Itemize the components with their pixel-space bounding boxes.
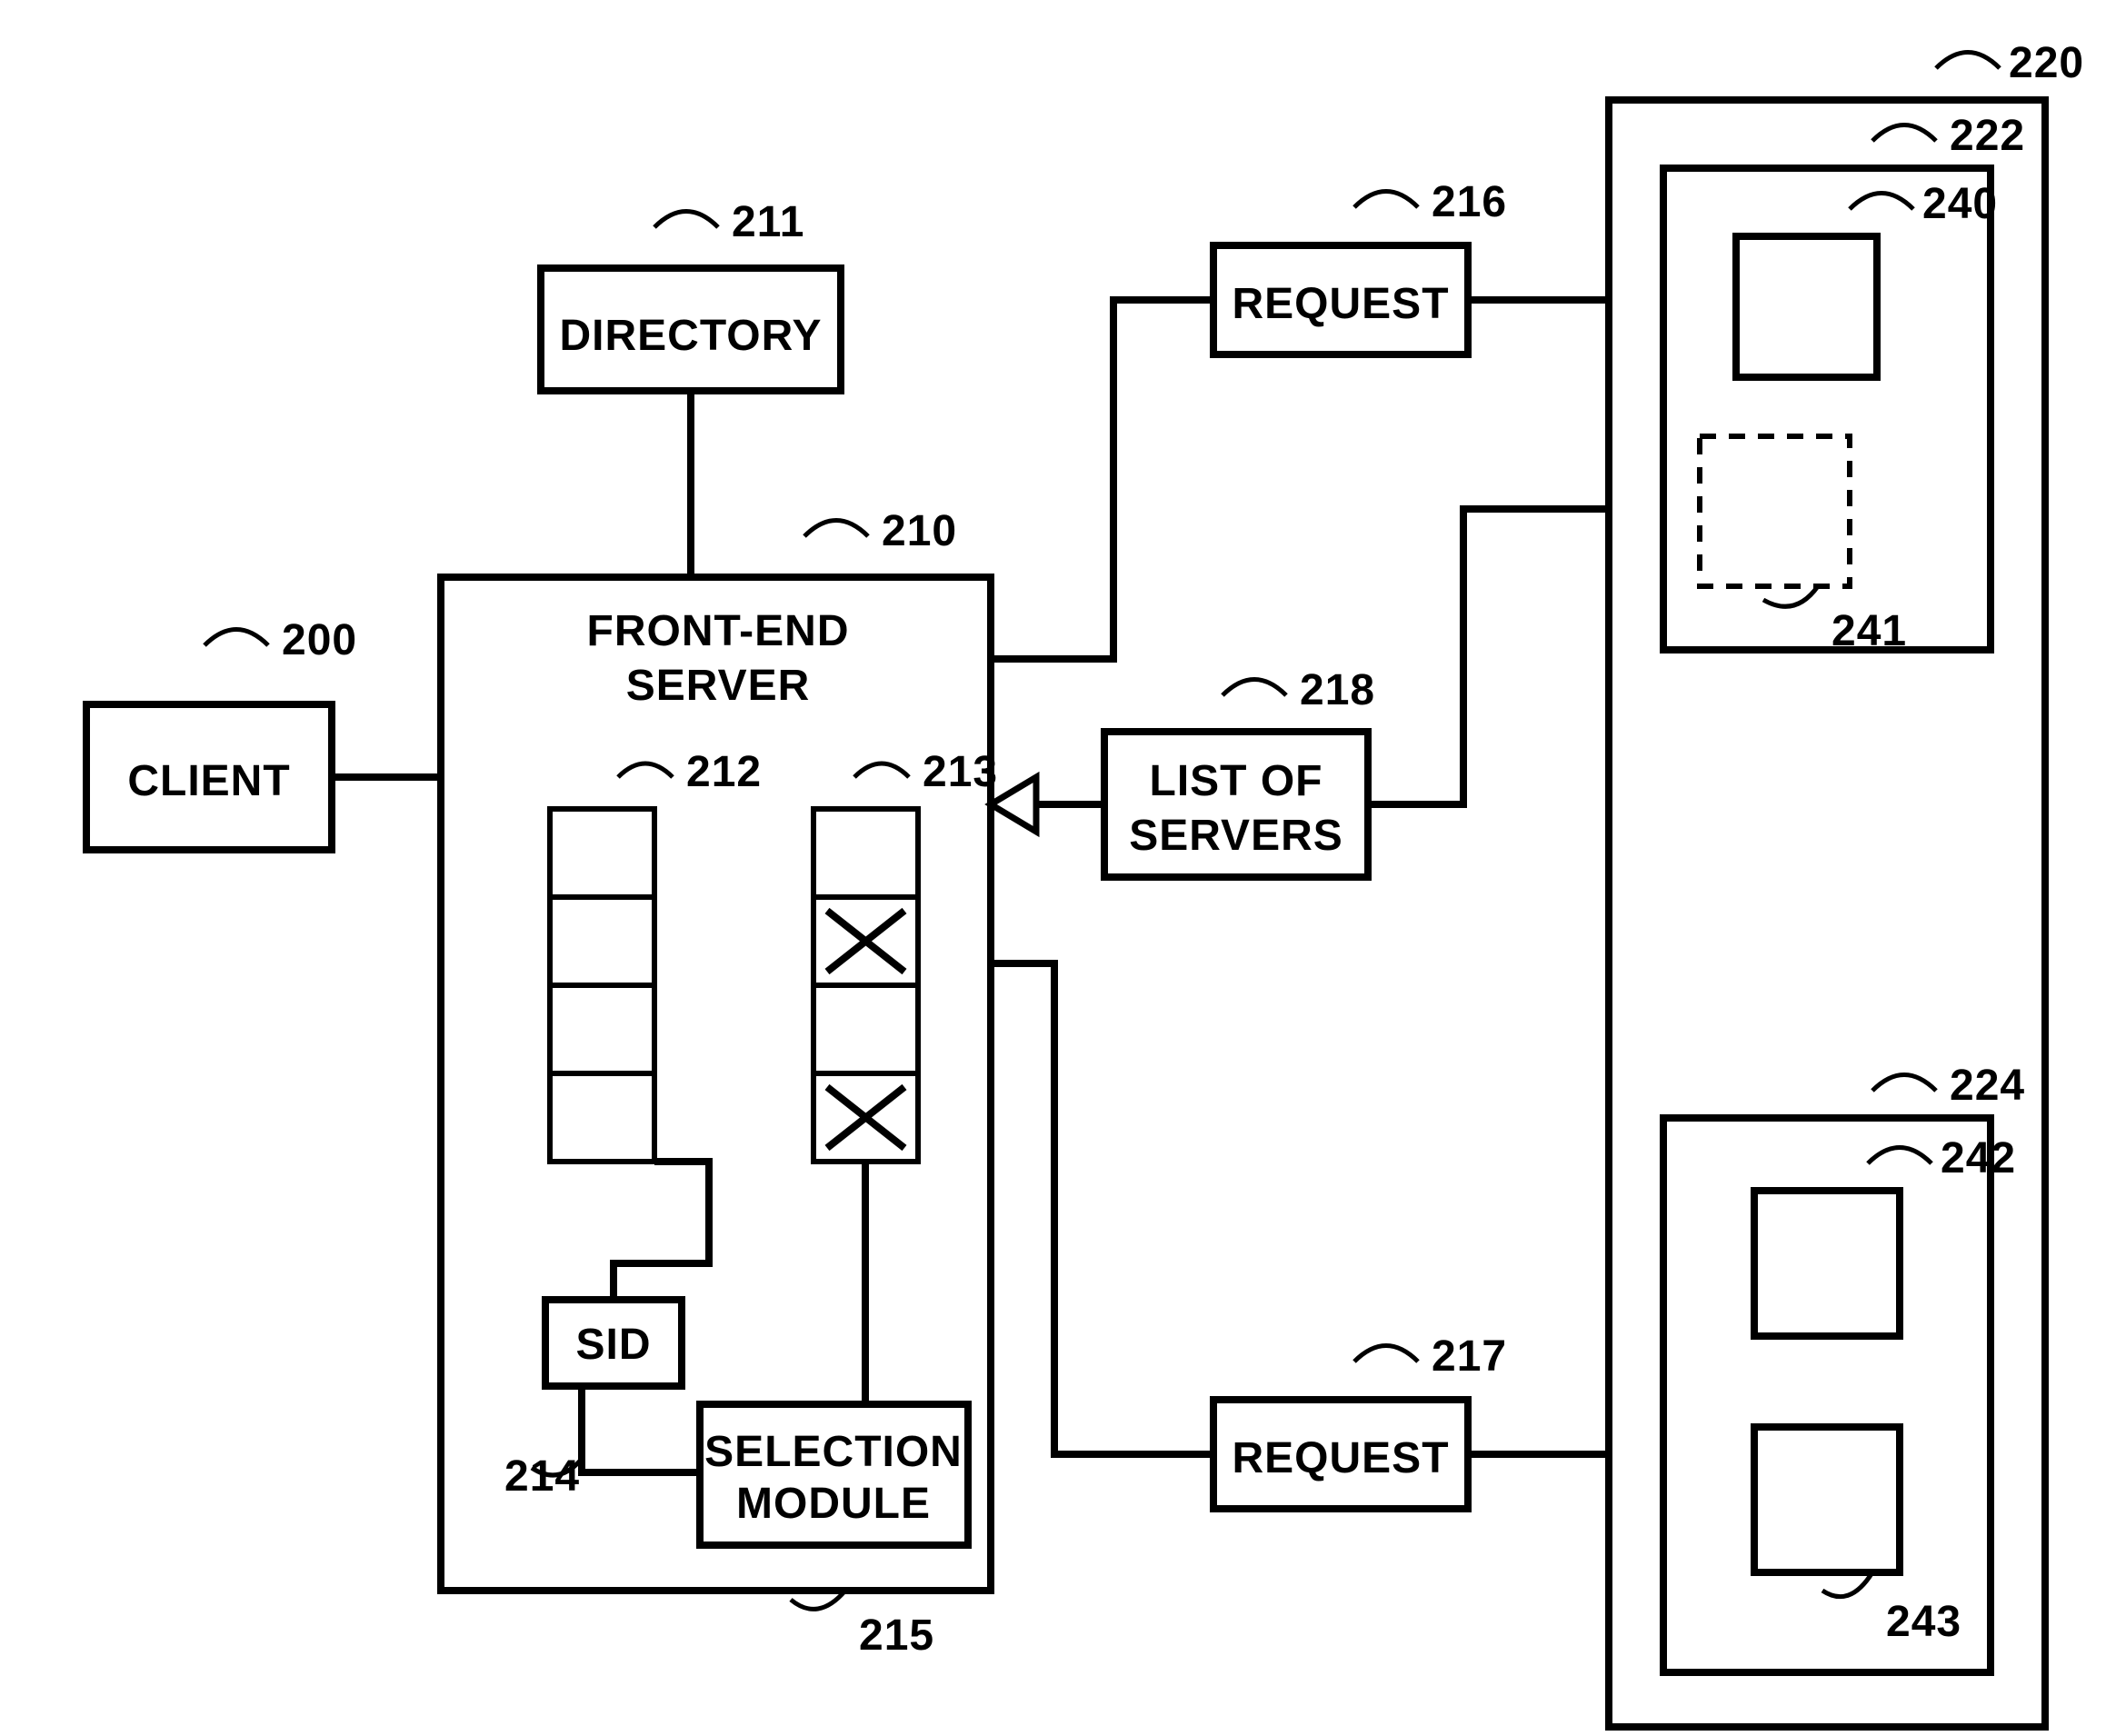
leader-210 — [804, 521, 868, 537]
diagram-canvas: CLIENT 200 FRONT-END SERVER 210 DIRECTOR… — [0, 0, 2106, 1736]
ref-218: 218 — [1300, 666, 1375, 714]
leader-216 — [1354, 192, 1418, 208]
list-label-1: LIST OF — [1150, 757, 1323, 805]
ref-213: 213 — [923, 748, 998, 796]
ref-222: 222 — [1950, 112, 2025, 160]
edge-frontend-216 — [991, 300, 1213, 659]
client-label: CLIENT — [127, 757, 290, 805]
leader-200 — [205, 630, 268, 646]
sid-label: SID — [575, 1321, 651, 1369]
request-216-label: REQUEST — [1232, 280, 1449, 328]
leader-217 — [1354, 1346, 1418, 1362]
leader-220 — [1936, 53, 2000, 69]
ref-224: 224 — [1950, 1062, 2025, 1110]
box-242 — [1754, 1191, 1900, 1336]
frontend-label-2: SERVER — [626, 662, 811, 710]
leader-211 — [654, 212, 718, 228]
ref-214: 214 — [504, 1452, 580, 1501]
ref-200: 200 — [282, 616, 357, 664]
ref-210: 210 — [882, 507, 957, 555]
ref-242: 242 — [1941, 1134, 2016, 1182]
ref-211: 211 — [732, 198, 804, 246]
ref-217: 217 — [1432, 1332, 1507, 1381]
edge-frontend-217 — [991, 963, 1213, 1454]
selection-label-1: SELECTION — [704, 1428, 963, 1476]
box-240 — [1736, 236, 1877, 377]
ref-215: 215 — [859, 1611, 934, 1660]
request-217-label: REQUEST — [1232, 1434, 1449, 1482]
ref-240: 240 — [1922, 180, 1998, 228]
directory-label: DIRECTORY — [559, 312, 822, 360]
frontend-label-1: FRONT-END — [587, 607, 850, 655]
selection-label-2: MODULE — [736, 1480, 931, 1528]
leader-218 — [1223, 680, 1286, 696]
ref-243: 243 — [1886, 1598, 1961, 1646]
ref-241: 241 — [1832, 607, 1907, 655]
ref-220: 220 — [2009, 39, 2084, 87]
list-label-2: SERVERS — [1129, 812, 1343, 860]
ref-212: 212 — [686, 748, 762, 796]
box-243 — [1754, 1427, 1900, 1572]
ref-216: 216 — [1432, 178, 1507, 226]
